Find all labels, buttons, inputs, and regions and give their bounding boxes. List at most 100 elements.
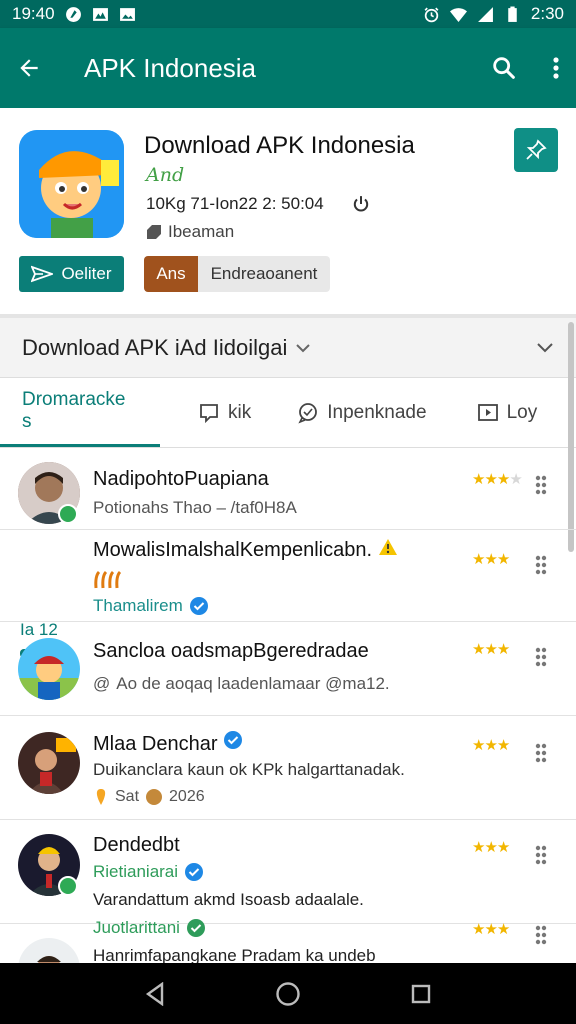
emoji-icon: [94, 570, 122, 589]
more-vert-icon: [553, 57, 559, 79]
share-button[interactable]: Oeliter: [19, 256, 124, 292]
nav-recents-icon[interactable]: [410, 983, 432, 1005]
tab-label: Dromaracke s: [22, 389, 126, 432]
nav-back-icon[interactable]: [144, 981, 166, 1006]
alarm-icon: [424, 7, 439, 22]
expand-icon[interactable]: [536, 342, 554, 354]
power-icon: [353, 196, 368, 212]
item-date: Sat 2026: [93, 788, 205, 806]
drag-handle-icon[interactable]: [533, 924, 549, 946]
item-name: MowalisImalshalKempenlicabn.: [93, 538, 398, 562]
list-item[interactable]: Juotlarittani Hanrimfapangkane Pradam ka…: [0, 918, 576, 963]
rating-stars: ★★★: [472, 641, 510, 658]
app-notification-icon: [65, 6, 81, 22]
rating-stars: ★★★: [472, 551, 510, 568]
app-meta: 10Kg 71-Ion22 2: 50:04: [146, 194, 370, 214]
image-notification-icon: [92, 7, 108, 21]
item-name: Mlaa Denchar: [93, 730, 243, 756]
item-subtitle: Juotlarittani: [93, 918, 206, 938]
rating-stars: ★★★: [472, 737, 510, 754]
tab-kik[interactable]: kik: [198, 378, 251, 447]
item-subtitle: @ Ao de aoqaq laadenlamaar @ma12.: [93, 674, 390, 693]
back-button[interactable]: [16, 55, 42, 81]
chip-primary[interactable]: Ans: [144, 256, 198, 292]
verified-check-icon: [185, 863, 204, 881]
wifi-icon: [449, 7, 467, 22]
list-item[interactable]: Mlaa Denchar Duikanclara kaun ok KPk hal…: [0, 716, 576, 820]
avatar: [18, 638, 80, 700]
tag-icon: [147, 225, 161, 239]
verified-check-icon: [224, 731, 243, 749]
result-list: NadipohtoPuapiana Potionahs Thao – /taf0…: [0, 450, 576, 963]
pin-button[interactable]: [514, 128, 558, 172]
item-subtitle: Duikanclara kaun ok KPk halgarttanadak.: [93, 760, 405, 779]
drag-handle-icon[interactable]: [533, 844, 549, 866]
app-bar-title: APK Indonesia: [84, 52, 257, 83]
play-box-icon: [477, 403, 498, 421]
comment-icon: [298, 402, 318, 424]
app-subtitle: And: [146, 164, 185, 186]
check-circle-icon: [186, 919, 205, 937]
list-item[interactable]: Dendedbt Rietianiarai Varandattum akmd I…: [0, 820, 576, 924]
developer-name: Ibeaman: [168, 222, 235, 241]
status-time: 19:40: [12, 4, 55, 23]
at-icon: @: [93, 674, 111, 693]
item-subtitle: Rietianiarai: [93, 862, 204, 882]
item-subtitle: Potionahs Thao – /taf0H8A: [93, 498, 297, 517]
item-description: Hanrimfapangkane Pradam ka undeb: [93, 946, 376, 963]
warning-icon: [378, 539, 397, 555]
back-arrow-icon: [20, 59, 38, 77]
filter-dropdown[interactable]: Download APK iAd Iidoilgai: [0, 318, 576, 378]
list-item[interactable]: Ia 12 MowalisImalshalKempenlicabn. Thama…: [0, 530, 576, 658]
status-clock: 2:30: [530, 4, 564, 23]
list-item[interactable]: NadipohtoPuapiana Potionahs Thao – /taf0…: [0, 450, 576, 530]
item-subtitle: Thamalirem: [93, 596, 209, 616]
rating-stars: ★★★: [472, 921, 510, 938]
item-name: NadipohtoPuapiana: [93, 468, 269, 490]
signal-icon: [477, 6, 493, 22]
search-button[interactable]: [490, 54, 518, 82]
nav-home-icon[interactable]: [275, 981, 301, 1007]
location-icon: [96, 789, 106, 805]
tab-label: Loy: [506, 401, 538, 423]
drag-handle-icon[interactable]: [533, 554, 549, 576]
drag-handle-icon[interactable]: [533, 646, 549, 668]
tab-label: Inpenknade: [327, 401, 427, 423]
chip-group: Ans Endreaoanent: [144, 256, 330, 292]
drag-handle-icon[interactable]: [533, 474, 549, 496]
item-name: Sancloa oadsmapBgeredradae: [93, 640, 369, 662]
app-developer: Ibeaman: [146, 222, 234, 242]
dropdown-label: Download APK iAd Iidoilgai: [22, 334, 288, 360]
list-item[interactable]: Sancloa oadsmapBgeredradae @ Ao de aoqaq…: [0, 622, 576, 716]
item-name: Dendedbt: [93, 834, 180, 856]
overflow-menu-button[interactable]: [552, 56, 560, 80]
tab-bar: Dromaracke s kik Inpenknade Loy: [0, 378, 576, 448]
tab-downloads[interactable]: Dromaracke s: [0, 378, 160, 447]
avatar: [18, 938, 80, 963]
verified-check-icon: [189, 597, 208, 615]
send-icon: [31, 265, 54, 283]
app-header: Download APK Indonesia And 10Kg 71-Ion22…: [0, 108, 576, 314]
status-bar: 19:40 2:30: [0, 0, 576, 28]
system-nav-bar: [0, 963, 576, 1024]
avatar: [18, 732, 80, 794]
verified-badge-icon: [58, 504, 78, 524]
drag-handle-icon[interactable]: [533, 742, 549, 764]
battery-icon: [508, 6, 517, 22]
app-icon: [19, 130, 124, 238]
share-label: Oeliter: [61, 264, 112, 283]
item-description: Varandattum akmd Isoasb adaalale.: [93, 890, 364, 909]
tab-label: kik: [228, 401, 252, 423]
tab-inpenknade[interactable]: Inpenknade: [297, 378, 427, 447]
chat-bubble-icon: [200, 403, 218, 423]
app-meta-text: 10Kg 71-Ion22 2: 50:04: [146, 194, 324, 213]
search-icon: [493, 57, 515, 79]
tab-loy[interactable]: Loy: [477, 378, 538, 447]
emoji-face-icon: [146, 789, 163, 805]
verified-badge-icon: [58, 876, 78, 896]
rating-stars: ★★★: [472, 839, 510, 856]
app-bar: APK Indonesia: [0, 28, 576, 108]
chip-secondary[interactable]: Endreaoanent: [198, 256, 330, 292]
chevron-down-icon: [296, 343, 311, 352]
app-title: Download APK Indonesia: [144, 132, 415, 159]
